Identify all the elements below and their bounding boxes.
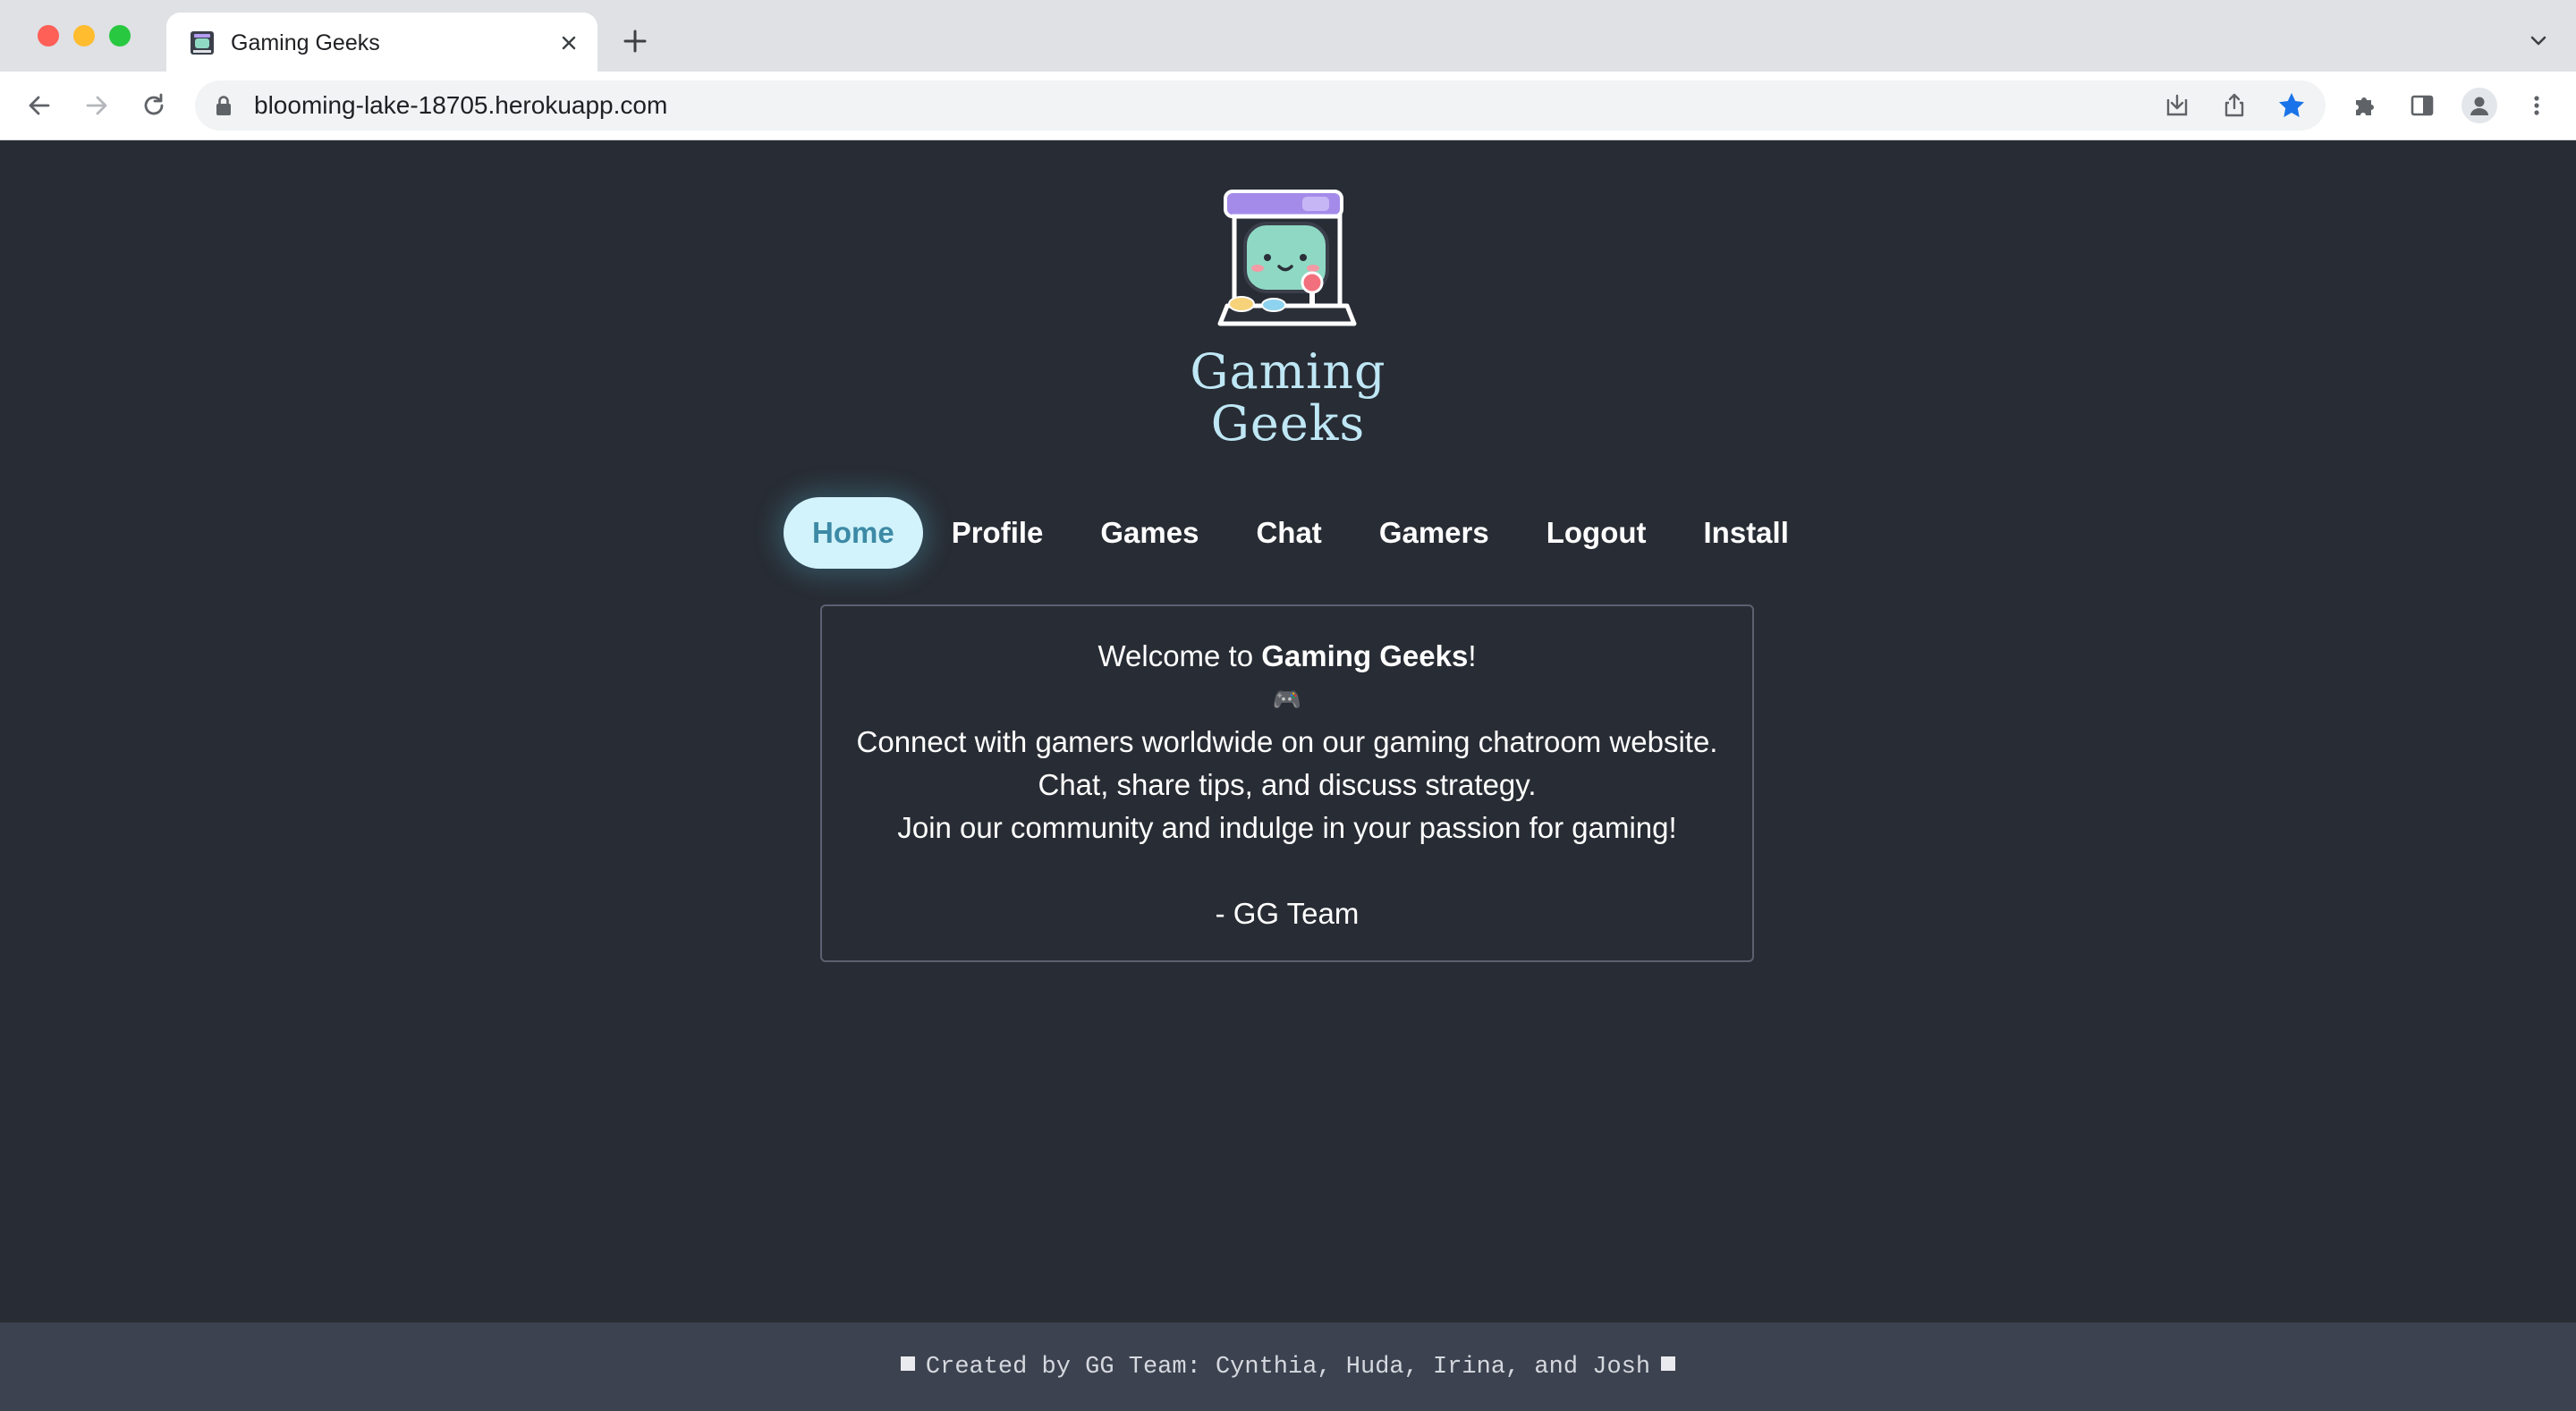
download-icon (2166, 94, 2188, 116)
new-tab-button[interactable] (617, 23, 653, 59)
extensions-button[interactable] (2343, 84, 2386, 127)
favicon-icon (191, 31, 214, 55)
footer-credit-text: Created by GG Team: Cynthia, Huda, Irina… (925, 1354, 1651, 1381)
site-footer: Created by GG Team: Cynthia, Huda, Irina… (0, 1322, 2576, 1411)
arrow-left-icon (29, 96, 50, 115)
main-nav: Home Profile Games Chat Gamers Logout In… (784, 497, 1818, 569)
browser-tab[interactable]: Gaming Geeks (166, 13, 597, 73)
close-icon (562, 36, 576, 50)
square-icon (900, 1356, 915, 1371)
welcome-line-1: Connect with gamers worldwide on our gam… (856, 725, 1718, 758)
install-app-button[interactable] (2159, 88, 2195, 123)
forward-button[interactable] (75, 84, 118, 127)
welcome-heading: Welcome to Gaming Geeks! (822, 635, 1752, 678)
avatar (2462, 88, 2497, 123)
more-vert-icon (2534, 96, 2539, 115)
puzzle-icon (2356, 97, 2374, 115)
welcome-line-3: Join our community and indulge in your p… (897, 811, 1677, 844)
game-controller-icon: 🎮 (1272, 686, 1302, 713)
tab-search-button[interactable] (2521, 23, 2556, 59)
minimize-window-button[interactable] (73, 25, 95, 46)
bookmark-button[interactable] (2274, 88, 2309, 123)
browser-toolbar: blooming-lake-18705.herokuapp.com (0, 72, 2576, 140)
square-icon (1661, 1356, 1676, 1371)
nav-profile[interactable]: Profile (923, 497, 1072, 569)
back-button[interactable] (18, 84, 61, 127)
reload-button[interactable] (132, 84, 175, 127)
welcome-line-2: Chat, share tips, and discuss strategy. (1038, 768, 1537, 801)
chevron-down-icon (2530, 36, 2546, 46)
share-button[interactable] (2216, 88, 2252, 123)
share-icon (2224, 93, 2244, 117)
nav-chat[interactable]: Chat (1227, 497, 1350, 569)
profile-button[interactable] (2458, 84, 2501, 127)
side-panel-button[interactable] (2401, 84, 2444, 127)
star-icon (2279, 93, 2304, 117)
footer-credit: Created by GG Team: Cynthia, Huda, Irina… (0, 1349, 2576, 1385)
chrome-menu-button[interactable] (2515, 84, 2558, 127)
browser-titlebar: Gaming Geeks (0, 0, 2576, 73)
nav-games[interactable]: Games (1072, 497, 1227, 569)
reload-icon (144, 93, 164, 115)
lock-icon (216, 96, 231, 115)
nav-gamers[interactable]: Gamers (1351, 497, 1518, 569)
close-tab-button[interactable] (551, 25, 587, 61)
address-bar[interactable]: blooming-lake-18705.herokuapp.com (195, 80, 2326, 131)
welcome-prefix: Welcome to (1097, 639, 1262, 672)
person-icon (2470, 97, 2488, 115)
tab-title: Gaming Geeks (231, 30, 380, 55)
site-logo-text: Gaming Geeks (1190, 343, 1386, 452)
url-text: blooming-lake-18705.herokuapp.com (254, 91, 668, 119)
nav-home[interactable]: Home (784, 497, 923, 569)
nav-logout[interactable]: Logout (1518, 497, 1675, 569)
close-window-button[interactable] (38, 25, 59, 46)
side-panel-icon (2411, 95, 2434, 116)
arrow-right-icon (86, 96, 107, 115)
maximize-window-button[interactable] (109, 25, 131, 46)
welcome-brand: Gaming Geeks (1261, 639, 1469, 672)
arcade-logo-icon (1217, 190, 1357, 326)
page-content: Gaming Geeks Home Profile Games Chat Gam… (0, 140, 2576, 1411)
welcome-suffix: ! (1468, 639, 1477, 672)
plus-icon (623, 30, 647, 53)
nav-install[interactable]: Install (1675, 497, 1818, 569)
welcome-signature: - GG Team (1215, 897, 1360, 930)
welcome-card: Welcome to Gaming Geeks! 🎮 Connect with … (820, 604, 1754, 962)
